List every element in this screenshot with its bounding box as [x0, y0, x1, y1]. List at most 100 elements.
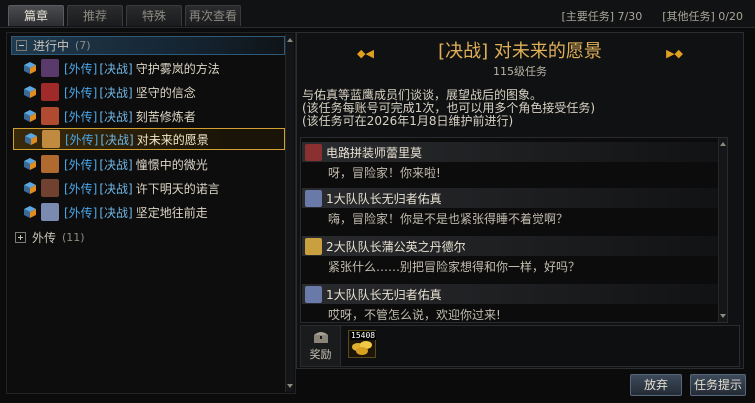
- reward-section: 奖励 15408: [300, 325, 740, 367]
- quest-item[interactable]: [外传] [决战] 许下明天的诺言: [13, 177, 285, 199]
- quest-item[interactable]: [外传] [决战] 坚守的信念: [13, 81, 285, 103]
- npc-avatar: [41, 179, 59, 197]
- quest-category-tag: [决战]: [99, 109, 133, 124]
- scroll-up-icon[interactable]: [720, 142, 726, 146]
- quest-type-tag: [外传]: [65, 132, 99, 147]
- quest-type-tag: [外传]: [64, 181, 98, 196]
- speaker-name: 2大队队长蒲公英之丹德尔: [326, 239, 466, 254]
- scroll-down-icon[interactable]: [720, 314, 726, 318]
- quest-detail-panel: ◆◀ [决战] 对未来的愿景 115级任务 ▶◆ 与佑真等蓝鹰成员们谈谈，展望战…: [296, 32, 744, 369]
- quest-item[interactable]: [外传] [决战] 守护雾岚的方法: [13, 57, 285, 79]
- scroll-up-icon[interactable]: [287, 38, 293, 42]
- quest-list-scrollbar[interactable]: [285, 34, 294, 392]
- dialog-scrollbar[interactable]: [718, 138, 727, 322]
- quest-name: 对未来的愿景: [136, 132, 209, 147]
- speaker-avatar: [305, 237, 322, 255]
- group-label: 进行中: [33, 39, 70, 53]
- quest-cube-icon: [23, 61, 37, 75]
- speaker-name: 1大队队长无归者佑真: [326, 287, 442, 302]
- npc-avatar: [41, 83, 59, 101]
- quest-item[interactable]: [外传] [决战] 刻苦修炼者: [13, 105, 285, 127]
- npc-avatar: [41, 155, 59, 173]
- other-quest-counter: [其他任务] 0/20: [662, 10, 743, 23]
- group-count: (11): [62, 231, 85, 244]
- speaker-bar: 1大队队长无归者佑真: [302, 284, 726, 304]
- quest-item-selected[interactable]: [外传] [决战] 对未来的愿景: [13, 128, 285, 150]
- quest-cube-icon: [23, 157, 37, 171]
- quest-cube-icon: [24, 132, 38, 146]
- group-side-story[interactable]: 外传 (11): [11, 228, 285, 247]
- dialog-entry: 1大队队长无归者佑真 哎呀，不管怎么说，欢迎你过来!: [302, 284, 726, 322]
- tab-strip: 篇章 推荐 特殊 再次查看: [8, 5, 241, 26]
- tab-chapter[interactable]: 篇章: [8, 5, 64, 26]
- speaker-avatar: [305, 285, 322, 303]
- speaker-avatar: [305, 143, 322, 161]
- reward-label-box: 奖励: [301, 326, 341, 366]
- group-count: (7): [75, 39, 91, 52]
- quest-name: 坚守的信念: [135, 85, 196, 100]
- dialog-text: 哎呀，不管怎么说，欢迎你过来!: [328, 308, 501, 322]
- speaker-name: 1大队队长无归者佑真: [326, 191, 442, 206]
- description-line: (该任务可在2026年1月8日维护前进行): [302, 114, 514, 128]
- quest-description: 与佑真等蓝鹰成员们谈谈，展望战后的图象。 (该任务每账号可完成1次，也可以用多个…: [302, 89, 738, 128]
- quest-type-tag: [外传]: [64, 61, 98, 76]
- dialog-entry: 电路拼装师蕾里莫 呀，冒险家！你来啦!: [302, 142, 726, 181]
- expand-icon: [15, 232, 26, 243]
- quest-type-tag: [外传]: [64, 157, 98, 172]
- quest-type-tag: [外传]: [64, 85, 98, 100]
- dialog-text: 嗨，冒险家！你是不是也紧张得睡不着觉啊？: [328, 212, 569, 226]
- give-up-button[interactable]: 放弃: [630, 374, 682, 396]
- dialog-box: 电路拼装师蕾里莫 呀，冒险家！你来啦! 1大队队长无归者佑真 嗨，冒险家！你是不…: [300, 137, 728, 323]
- quest-cube-icon: [23, 109, 37, 123]
- quest-cube-icon: [23, 181, 37, 195]
- title-ornament-right-icon: ▶◆: [666, 47, 683, 60]
- quest-hint-button[interactable]: 任务提示: [690, 374, 746, 396]
- top-bar: 篇章 推荐 特殊 再次查看 [主要任务] 7/30 [其他任务] 0/20: [0, 0, 755, 28]
- quest-level: 115级任务: [493, 65, 547, 78]
- title-ornament-left-icon: ◆◀: [357, 47, 374, 60]
- quest-category-tag: [决战]: [99, 205, 133, 220]
- dialog-entry: 2大队队长蒲公英之丹德尔 紧张什么……别把冒险家想得和你一样，好吗？: [302, 236, 726, 275]
- collapse-icon: [16, 40, 27, 51]
- reward-chest-icon: [314, 332, 328, 343]
- quest-category-tag: [决战]: [99, 181, 133, 196]
- quest-item[interactable]: [外传] [决战] 憧憬中的微光: [13, 153, 285, 175]
- group-label: 外传: [32, 231, 57, 245]
- scroll-down-icon[interactable]: [287, 384, 293, 388]
- dialog-entry: 1大队队长无归者佑真 嗨，冒险家！你是不是也紧张得睡不着觉啊？: [302, 188, 726, 227]
- speaker-name: 电路拼装师蕾里莫: [326, 145, 423, 160]
- npc-avatar: [41, 107, 59, 125]
- quest-category-tag: [决战]: [100, 132, 134, 147]
- quest-item[interactable]: [外传] [决战] 坚定地往前走: [13, 201, 285, 223]
- quest-name: 许下明天的诺言: [135, 181, 220, 196]
- reward-item-slot[interactable]: 15408: [348, 330, 377, 358]
- quest-name: 守护雾岚的方法: [135, 61, 220, 76]
- quest-name: 坚定地往前走: [135, 205, 208, 220]
- dialog-text: 呀，冒险家！你来啦!: [328, 166, 441, 180]
- tab-special[interactable]: 特殊: [126, 5, 182, 26]
- quest-cube-icon: [23, 205, 37, 219]
- speaker-bar: 2大队队长蒲公英之丹德尔: [302, 236, 726, 256]
- quest-category-tag: [决战]: [99, 61, 133, 76]
- speaker-avatar: [305, 189, 322, 207]
- speaker-bar: 电路拼装师蕾里莫: [302, 142, 726, 162]
- tab-review[interactable]: 再次查看: [185, 5, 241, 26]
- quest-cube-icon: [23, 85, 37, 99]
- speaker-bar: 1大队队长无归者佑真: [302, 188, 726, 208]
- npc-avatar: [41, 59, 59, 77]
- quest-counters: [主要任务] 7/30 [其他任务] 0/20: [561, 8, 743, 24]
- reward-item-count: 15408: [350, 331, 377, 340]
- quest-name: 憧憬中的微光: [135, 157, 208, 172]
- quest-category-tag: [决战]: [99, 85, 133, 100]
- quest-category-tag: [决战]: [99, 157, 133, 172]
- tab-recommended[interactable]: 推荐: [67, 5, 123, 26]
- npc-avatar: [42, 130, 60, 148]
- reward-label: 奖励: [309, 348, 332, 361]
- quest-list-panel: 进行中 (7) [外传] [决战] 守护雾岚的方法 [外传] [决战] 坚守的信…: [6, 32, 296, 394]
- quest-title-area: ◆◀ [决战] 对未来的愿景 115级任务 ▶◆: [297, 35, 743, 83]
- dialog-text: 紧张什么……别把冒险家想得和你一样，好吗？: [328, 260, 581, 274]
- quest-name: 刻苦修炼者: [135, 109, 196, 124]
- group-in-progress[interactable]: 进行中 (7): [11, 36, 285, 55]
- quest-type-tag: [外传]: [64, 205, 98, 220]
- main-quest-counter: [主要任务] 7/30: [561, 10, 643, 23]
